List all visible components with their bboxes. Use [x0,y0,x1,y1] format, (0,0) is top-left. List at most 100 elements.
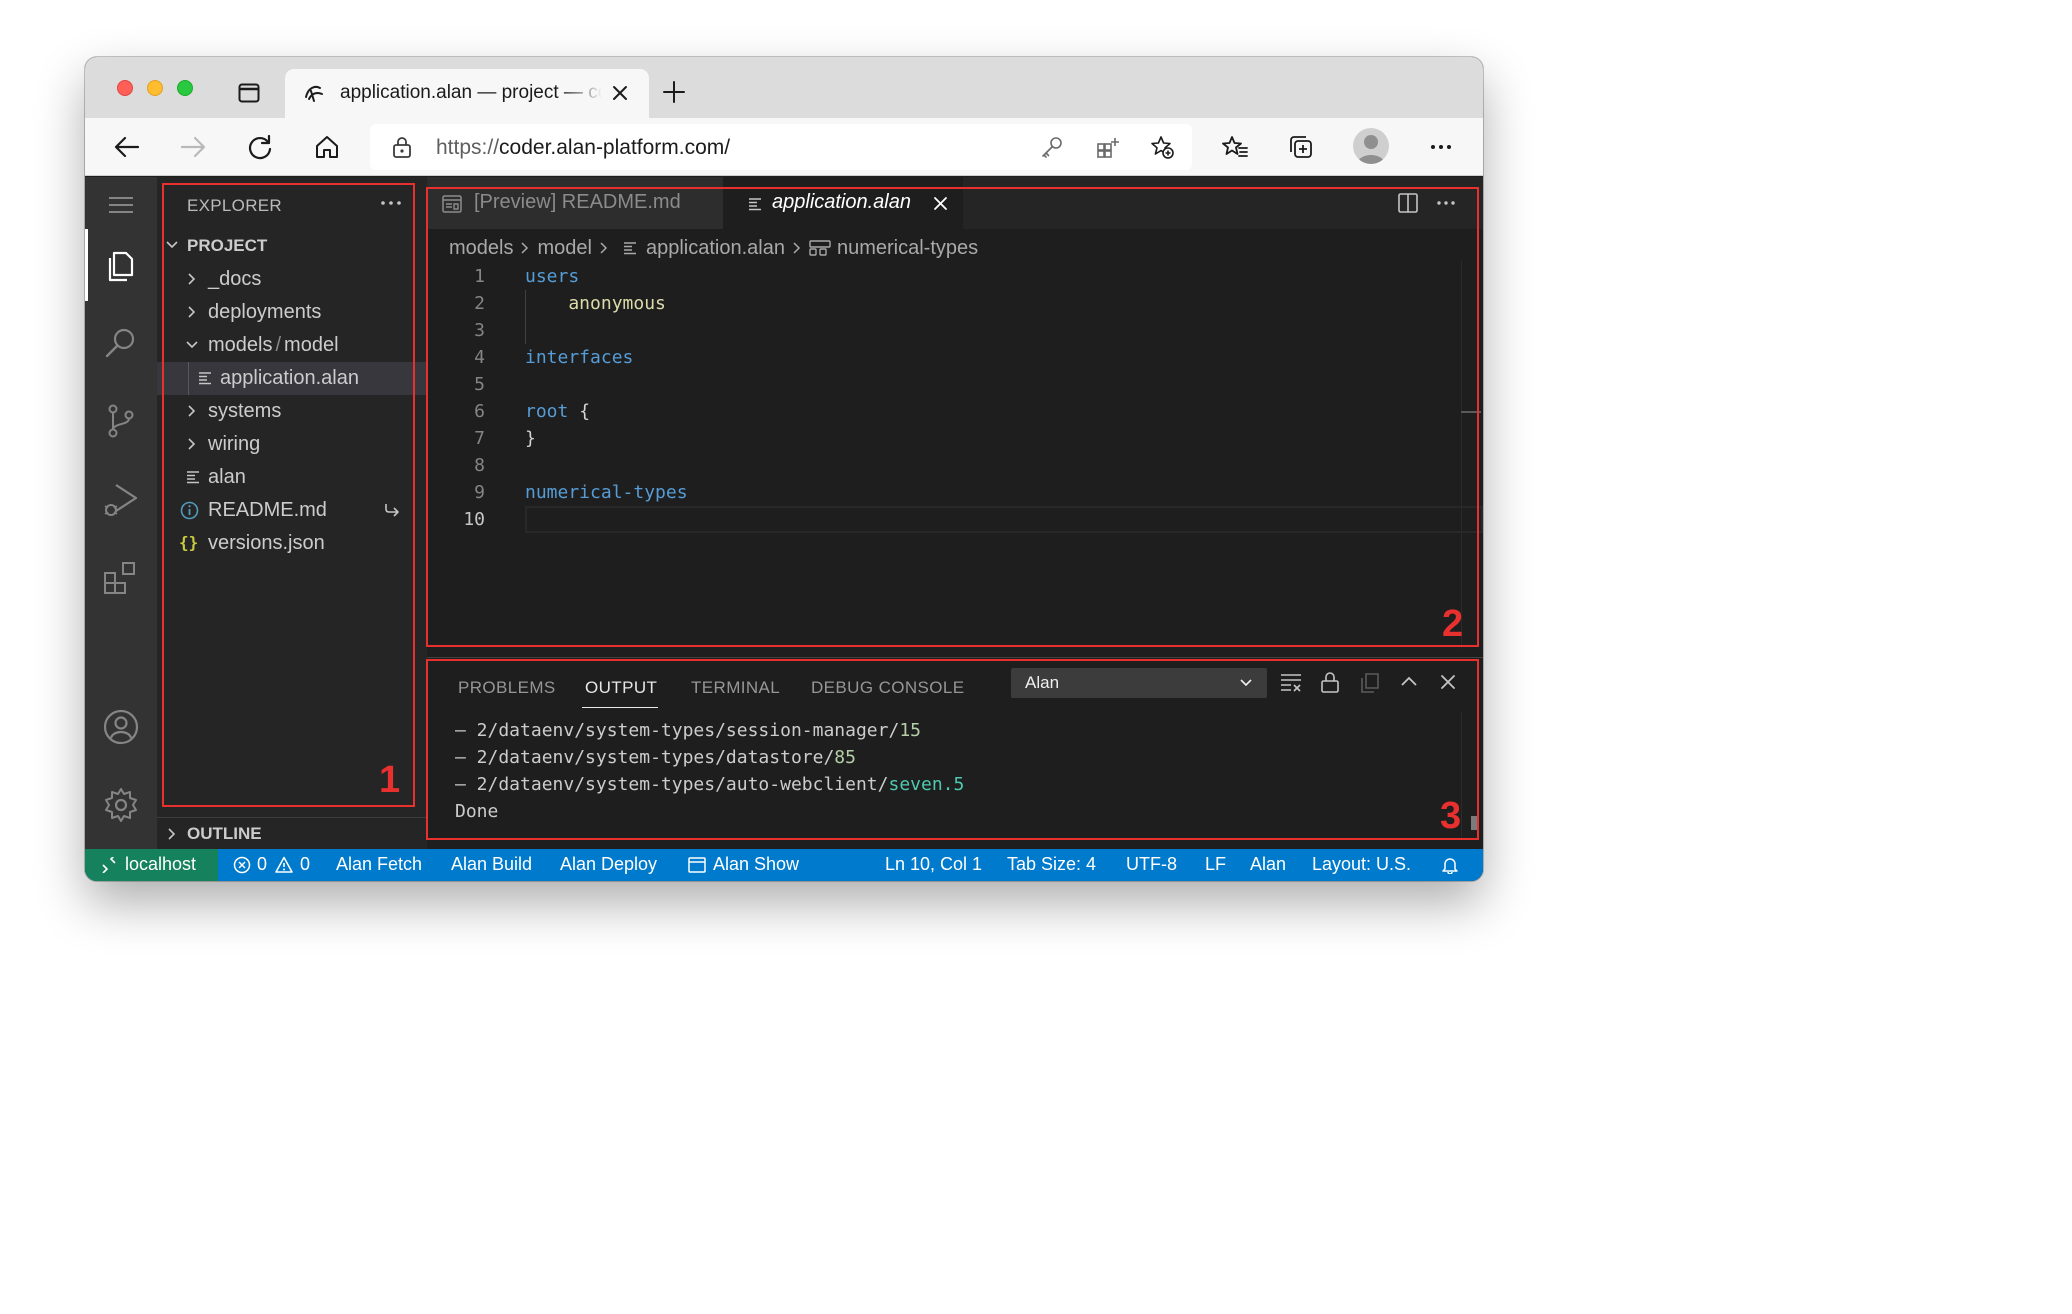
project-label: PROJECT [187,236,268,255]
tab-actions-icon[interactable] [238,83,260,103]
output-channel-select[interactable]: Alan [1011,668,1267,698]
keyboard-layout[interactable]: Layout: U.S. [1312,854,1411,875]
url-text[interactable]: https://coder.alan-platform.com/ [436,136,730,160]
encoding[interactable]: UTF-8 [1126,854,1177,875]
close-window-button[interactable] [117,80,133,96]
settings-gear-icon[interactable] [99,783,143,827]
avatar-person-icon [1357,135,1385,164]
tree-item-alan[interactable]: alan [157,461,427,494]
tab-size[interactable]: Tab Size: 4 [1007,854,1096,875]
line-number: 2 [474,293,485,314]
breadcrumb-models[interactable]: models [449,237,513,260]
alan-deploy-button[interactable]: Alan Deploy [560,854,657,875]
line-text: } [525,428,536,449]
editor-group: [Preview] README.md application.alan mod… [427,177,1483,649]
collections-icon[interactable] [1288,134,1314,160]
cursor-position[interactable]: Ln 10, Col 1 [885,854,982,875]
error-icon[interactable] [233,856,251,874]
line-text: numerical-types [525,482,688,503]
close-tab-icon[interactable] [933,196,948,211]
tab-debug-console[interactable]: DEBUG CONSOLE [811,678,965,698]
forward-arrow-icon[interactable] [180,134,206,160]
breadcrumb-file[interactable]: application.alan [646,237,785,260]
apps-icon[interactable] [1096,135,1120,159]
open-log-icon[interactable] [1358,670,1382,694]
alan-fetch-button[interactable]: Alan Fetch [336,854,422,875]
close-panel-icon[interactable] [1436,670,1460,694]
error-count[interactable]: 0 [257,854,267,875]
add-favorite-icon[interactable] [1150,135,1174,159]
tree-item-versions-json[interactable]: {} versions.json [157,527,427,560]
key-icon[interactable] [1040,135,1064,159]
tab-preview-readme[interactable]: [Preview] README.md [427,177,723,229]
warning-count[interactable]: 0 [300,854,310,875]
code-line: 10 [427,506,1467,533]
back-arrow-icon[interactable] [114,134,140,160]
breadcrumb-model[interactable]: model [537,237,591,260]
alan-show-button[interactable]: Alan Show [713,854,799,875]
maximize-panel-icon[interactable] [1397,670,1421,694]
tree-project-header[interactable]: PROJECT [157,229,427,262]
favorites-icon[interactable] [1222,134,1248,160]
tree-item-models-model[interactable]: models / model [157,329,427,362]
output-line: – 2/dataenv/system-types/datastore/85 [455,747,964,774]
zoom-window-button[interactable] [177,80,193,96]
code-server-workbench: EXPLORER PROJECT _docs deployments model… [85,177,1483,881]
editor-scrollbar[interactable] [1461,261,1462,649]
browser-tab-active[interactable]: application.alan — project — code-server [285,69,649,118]
line-number: 9 [474,482,485,503]
output-line: – 2/dataenv/system-types/auto-webclient/… [455,774,964,801]
more-menu-icon[interactable] [1428,134,1454,160]
address-bar[interactable]: https://coder.alan-platform.com/ [370,124,1192,170]
tree-item-readme[interactable]: README.md [157,494,427,527]
status-bar: localhost 0 0 Alan Fetch Alan Build Alan… [85,849,1483,881]
outline-section-header[interactable]: OUTLINE [157,817,427,849]
panel-scroll-thumb[interactable] [1471,816,1478,830]
home-icon[interactable] [314,134,340,160]
reload-icon[interactable] [247,134,273,160]
tree-item-systems[interactable]: systems [157,395,427,428]
search-icon[interactable] [99,321,143,365]
tree-item-docs[interactable]: _docs [157,263,427,296]
new-tab-icon[interactable] [663,81,685,103]
split-editor-icon[interactable] [1397,192,1419,214]
alan-build-button[interactable]: Alan Build [451,854,532,875]
tab-problems[interactable]: PROBLEMS [458,678,556,698]
accounts-icon[interactable] [99,705,143,749]
lock-scroll-icon[interactable] [1318,670,1342,694]
tab-output[interactable]: OUTPUT [585,678,657,698]
minimize-window-button[interactable] [147,80,163,96]
tab-terminal[interactable]: TERMINAL [691,678,780,698]
remote-indicator[interactable]: localhost [85,849,218,881]
tab-label: application.alan [772,191,911,213]
panel-scrollbar[interactable] [1461,712,1462,840]
chevron-down-icon [186,341,198,349]
hamburger-menu-icon[interactable] [99,183,143,227]
notifications-bell-icon[interactable] [1441,856,1459,874]
code-line: 5 [427,371,1467,398]
profile-avatar[interactable] [1353,128,1389,164]
tree-item-application-alan[interactable]: application.alan [157,362,427,395]
lock-icon[interactable] [392,136,412,158]
language-mode[interactable]: Alan [1250,854,1286,875]
explorer-more-actions-icon[interactable] [379,193,403,213]
tree-item-deployments[interactable]: deployments [157,296,427,329]
warning-icon[interactable] [275,856,293,874]
explorer-files-icon[interactable] [99,243,143,287]
remote-label: localhost [125,854,197,874]
end-of-line[interactable]: LF [1205,854,1226,875]
clear-output-icon[interactable] [1279,670,1303,694]
tree-item-wiring[interactable]: wiring [157,428,427,461]
extensions-icon[interactable] [99,555,143,599]
tree-item-label: models / model [208,334,339,357]
source-control-icon[interactable] [99,399,143,443]
code-line: 9 numerical-types [427,479,1467,506]
close-tab-icon[interactable] [612,85,628,101]
run-debug-icon[interactable] [99,477,143,521]
breadcrumb-symbol[interactable]: numerical-types [837,237,978,260]
tab-application-alan[interactable]: application.alan [723,177,963,229]
chevron-down-icon [1240,679,1252,687]
editor-more-actions-icon[interactable] [1435,192,1457,214]
code-editor[interactable]: 1 users 2 anonymous 3 4 interfaces 5 6 root… [427,263,1483,563]
browser-window-icon[interactable] [688,856,706,874]
